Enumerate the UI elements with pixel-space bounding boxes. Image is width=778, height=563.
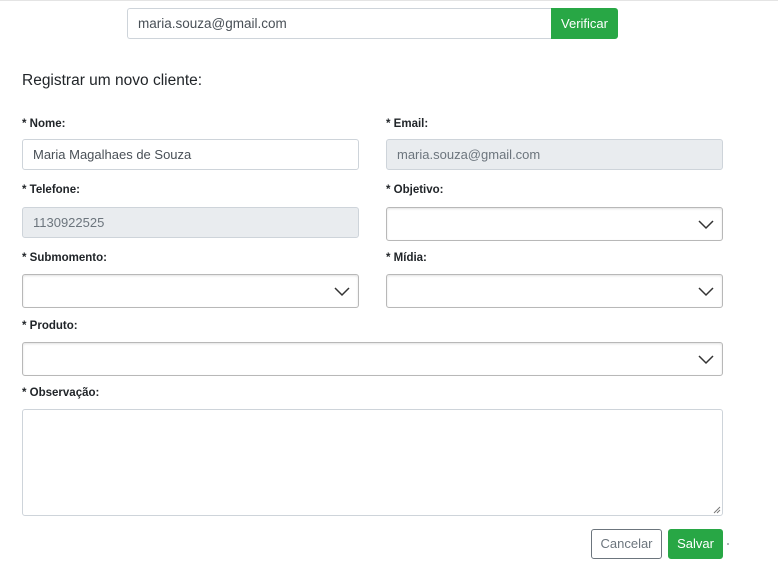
decorative-dot — [727, 543, 729, 545]
chevron-down-icon — [698, 220, 714, 230]
midia-select[interactable] — [386, 274, 723, 308]
telefone-input[interactable]: 1130922525 — [22, 207, 359, 238]
verify-button[interactable]: Verificar — [551, 8, 618, 39]
nome-label: * Nome: — [22, 118, 66, 130]
chevron-down-icon — [334, 287, 350, 297]
nome-input[interactable]: Maria Magalhaes de Souza — [22, 139, 359, 170]
save-button[interactable]: Salvar — [668, 529, 723, 559]
submomento-select[interactable] — [22, 274, 359, 308]
submomento-label: * Submomento: — [22, 252, 107, 264]
objetivo-select[interactable] — [386, 207, 723, 241]
email-input[interactable]: maria.souza@gmail.com — [386, 139, 723, 170]
resize-grip-icon[interactable] — [713, 506, 721, 514]
observacao-textarea[interactable] — [22, 409, 723, 516]
chevron-down-icon — [698, 287, 714, 297]
chevron-down-icon — [698, 355, 714, 365]
observacao-label: * Observação: — [22, 387, 100, 399]
produto-label: * Produto: — [22, 320, 78, 332]
cancel-button[interactable]: Cancelar — [591, 529, 662, 559]
form-title: Registrar um novo cliente: — [22, 72, 203, 89]
top-divider — [0, 0, 778, 1]
email-label: * Email: — [386, 118, 429, 130]
produto-select[interactable] — [22, 342, 723, 376]
verify-email-input[interactable]: maria.souza@gmail.com — [127, 8, 551, 39]
telefone-label: * Telefone: — [22, 184, 80, 196]
objetivo-label: * Objetivo: — [386, 184, 444, 196]
midia-label: * Mídia: — [386, 252, 427, 264]
